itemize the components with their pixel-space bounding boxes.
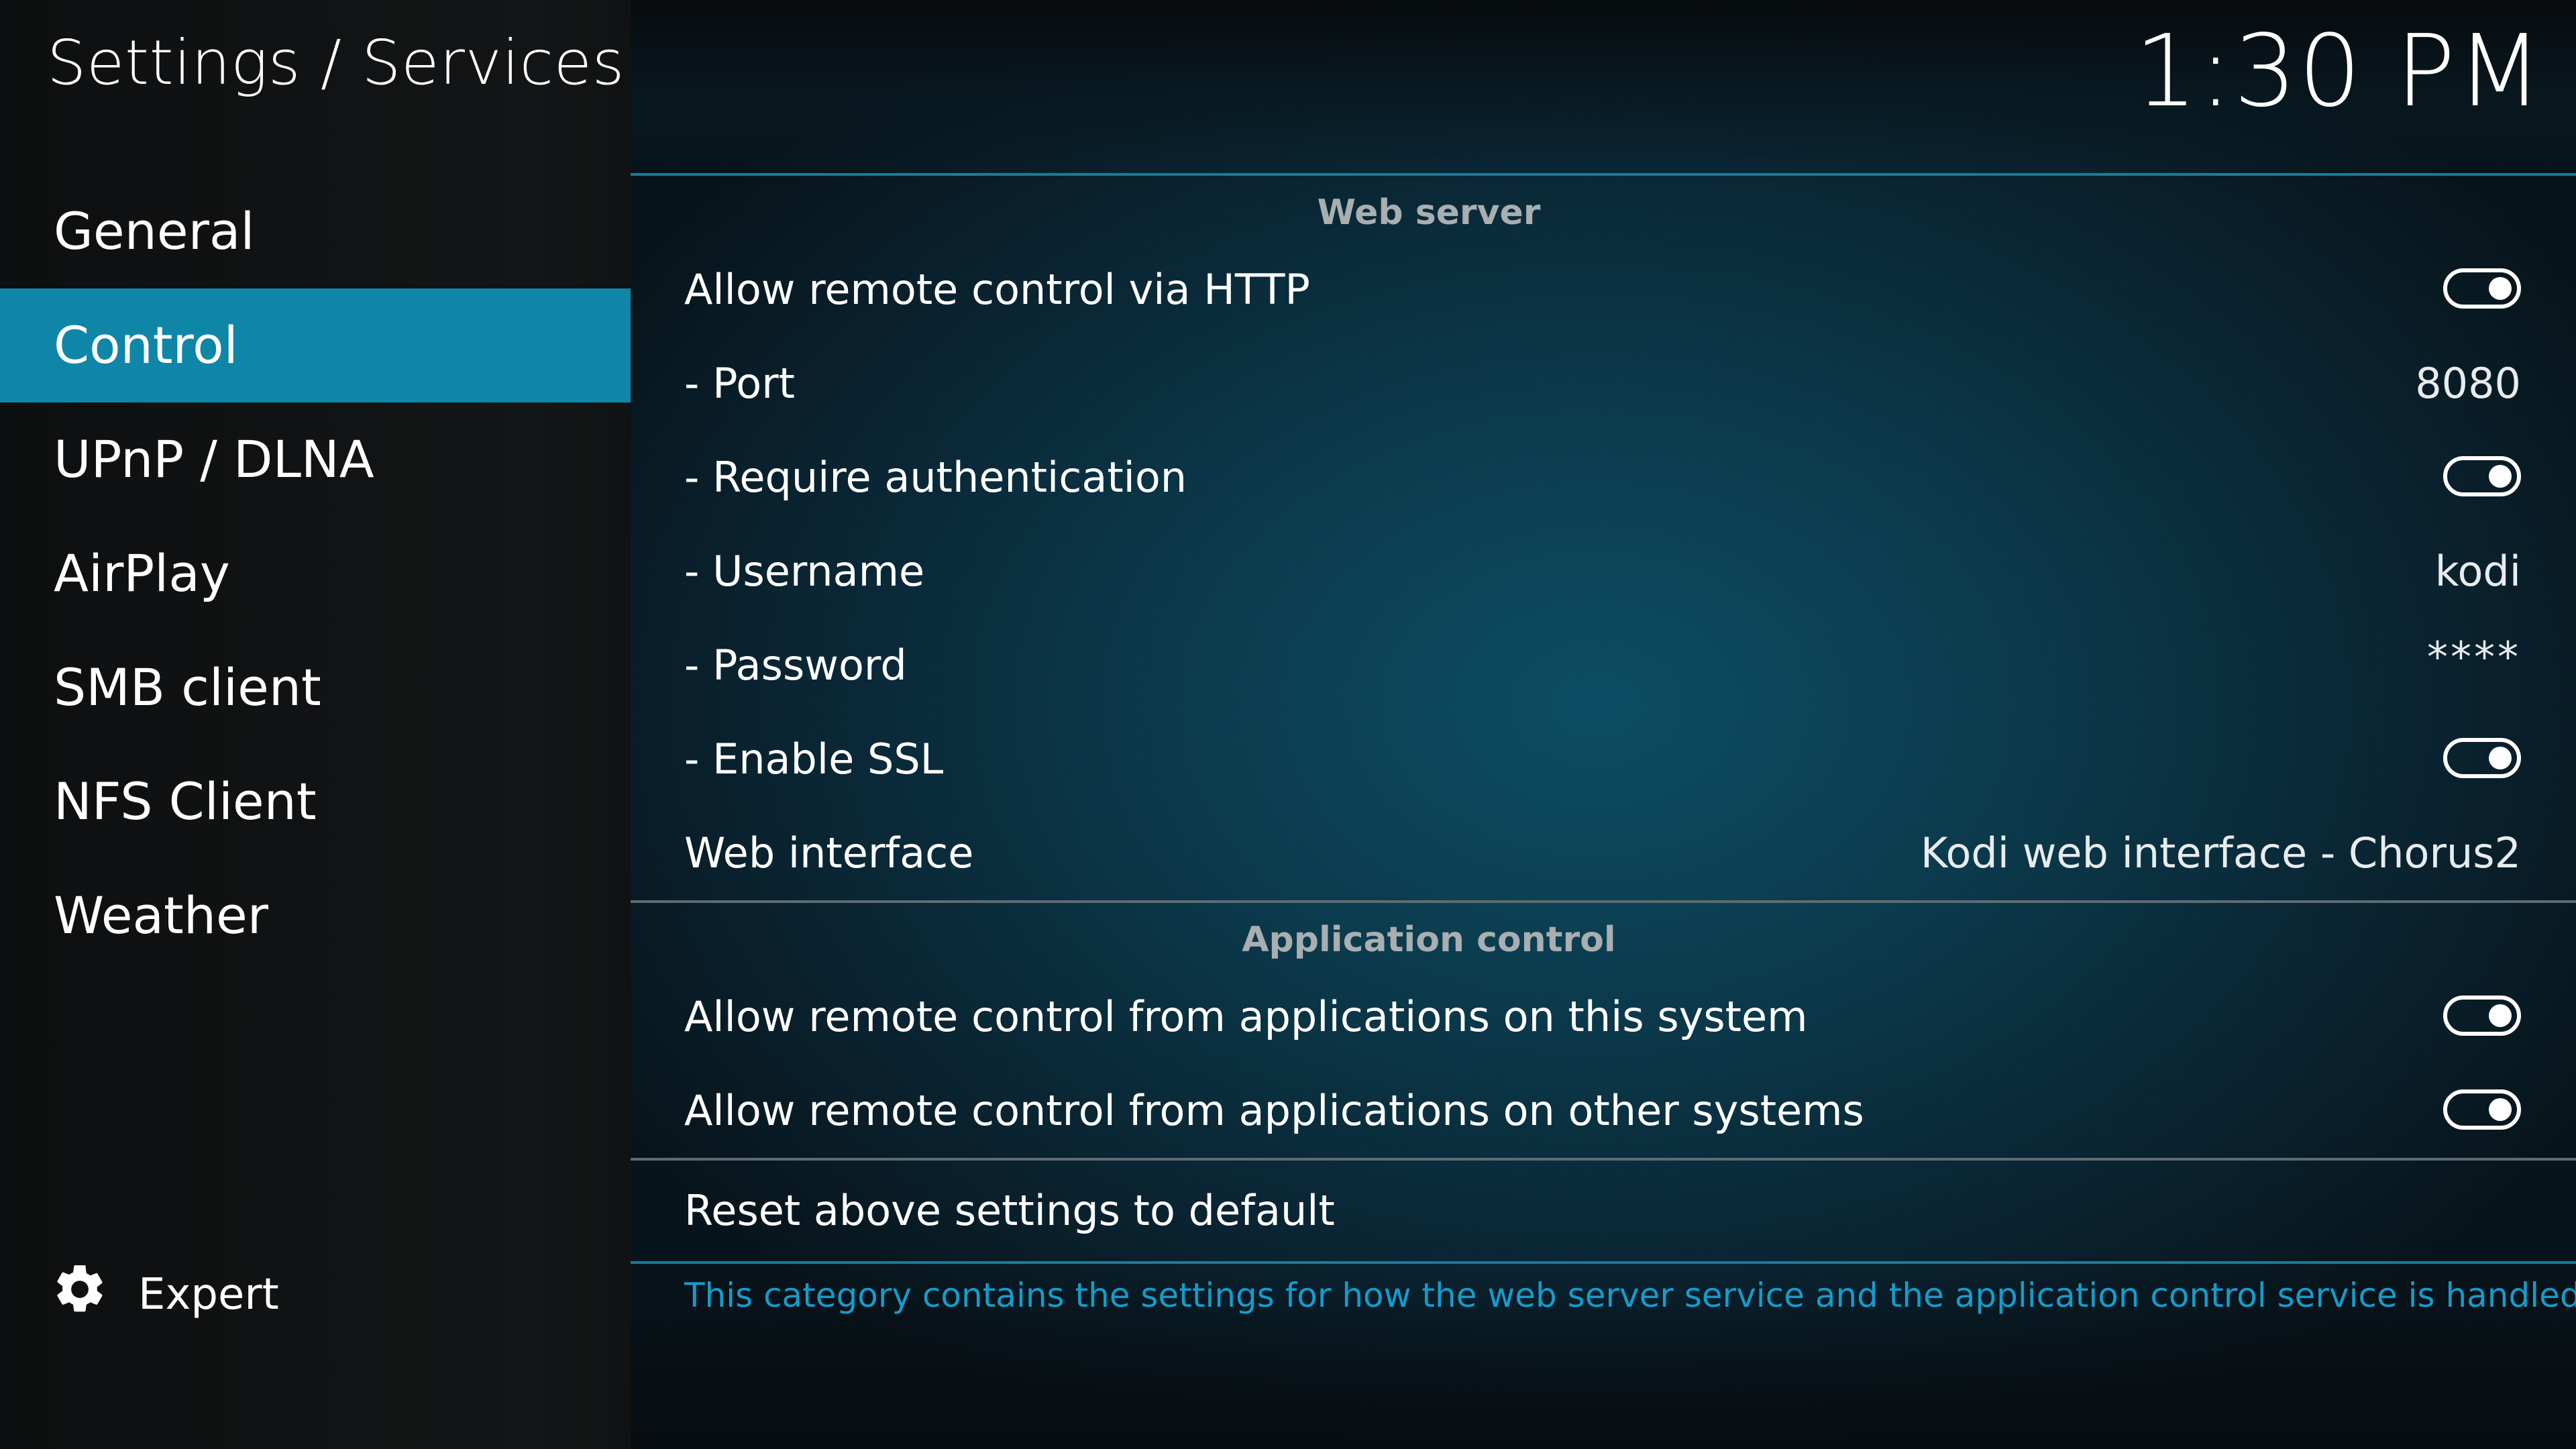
setting-label: Allow remote control via HTTP xyxy=(684,265,1310,314)
setting-label: Web interface xyxy=(684,828,974,877)
sidebar-item-weather[interactable]: Weather xyxy=(0,859,631,973)
setting-enable-ssl[interactable]: - Enable SSL xyxy=(631,712,2576,806)
toggle-knob xyxy=(2489,747,2512,769)
sidebar-item-general[interactable]: General xyxy=(0,174,631,288)
gear-icon xyxy=(51,1260,138,1329)
toggle-knob xyxy=(2489,1004,2512,1027)
setting-label: - Username xyxy=(684,547,925,596)
toggle-knob xyxy=(2489,1098,2512,1121)
expert-label: Expert xyxy=(138,1270,279,1320)
setting-value: **** xyxy=(2427,633,2521,682)
setting-password[interactable]: - Password **** xyxy=(631,619,2576,712)
reset-settings-button[interactable]: Reset above settings to default xyxy=(631,1161,2576,1261)
setting-value: Kodi web interface - Chorus2 xyxy=(1920,828,2521,877)
setting-allow-apps-this-system[interactable]: Allow remote control from applications o… xyxy=(631,970,2576,1064)
toggle-switch-on[interactable] xyxy=(2443,1089,2521,1130)
sidebar-item-control[interactable]: Control xyxy=(0,288,631,402)
setting-allow-remote-http[interactable]: Allow remote control via HTTP xyxy=(631,243,2576,337)
setting-label: - Require authentication xyxy=(684,453,1187,502)
toggle-knob xyxy=(2489,277,2512,300)
setting-label: Allow remote control from applications o… xyxy=(684,1086,1864,1135)
setting-label: - Port xyxy=(684,359,795,408)
sidebar-menu: General Control UPnP / DLNA AirPlay SMB … xyxy=(0,174,631,973)
sidebar-item-upnp-dlna[interactable]: UPnP / DLNA xyxy=(0,402,631,517)
setting-allow-apps-other-systems[interactable]: Allow remote control from applications o… xyxy=(631,1064,2576,1158)
page-title: Settings / Services xyxy=(47,27,625,99)
section-header-web-server: Web server xyxy=(1317,193,1541,233)
section-header-application-control: Application control xyxy=(1242,920,1616,960)
sidebar-item-airplay[interactable]: AirPlay xyxy=(0,517,631,631)
toggle-switch-on[interactable] xyxy=(2443,738,2521,778)
setting-username[interactable]: - Username kodi xyxy=(631,525,2576,619)
setting-label: - Password xyxy=(684,641,907,690)
sidebar: Settings / Services General Control UPnP… xyxy=(0,0,631,1449)
toggle-knob xyxy=(2489,465,2512,488)
clock: 1:30 PM xyxy=(2134,13,2544,129)
setting-label: Allow remote control from applications o… xyxy=(684,992,1808,1041)
sidebar-item-smb-client[interactable]: SMB client xyxy=(0,631,631,745)
setting-value: 8080 xyxy=(2415,359,2521,408)
settings-panel: Web server Allow remote control via HTTP… xyxy=(631,173,2576,1315)
setting-label: - Enable SSL xyxy=(684,735,944,784)
sidebar-item-nfs-client[interactable]: NFS Client xyxy=(0,745,631,859)
setting-web-interface[interactable]: Web interface Kodi web interface - Choru… xyxy=(631,806,2576,900)
toggle-switch-on[interactable] xyxy=(2443,456,2521,496)
setting-require-authentication[interactable]: - Require authentication xyxy=(631,431,2576,525)
setting-value: kodi xyxy=(2434,547,2521,596)
category-description: This category contains the settings for … xyxy=(684,1276,2576,1315)
toggle-switch-on[interactable] xyxy=(2443,996,2521,1036)
setting-port[interactable]: - Port 8080 xyxy=(631,337,2576,431)
expert-level-button[interactable]: Expert xyxy=(51,1261,279,1328)
toggle-switch-on[interactable] xyxy=(2443,268,2521,309)
